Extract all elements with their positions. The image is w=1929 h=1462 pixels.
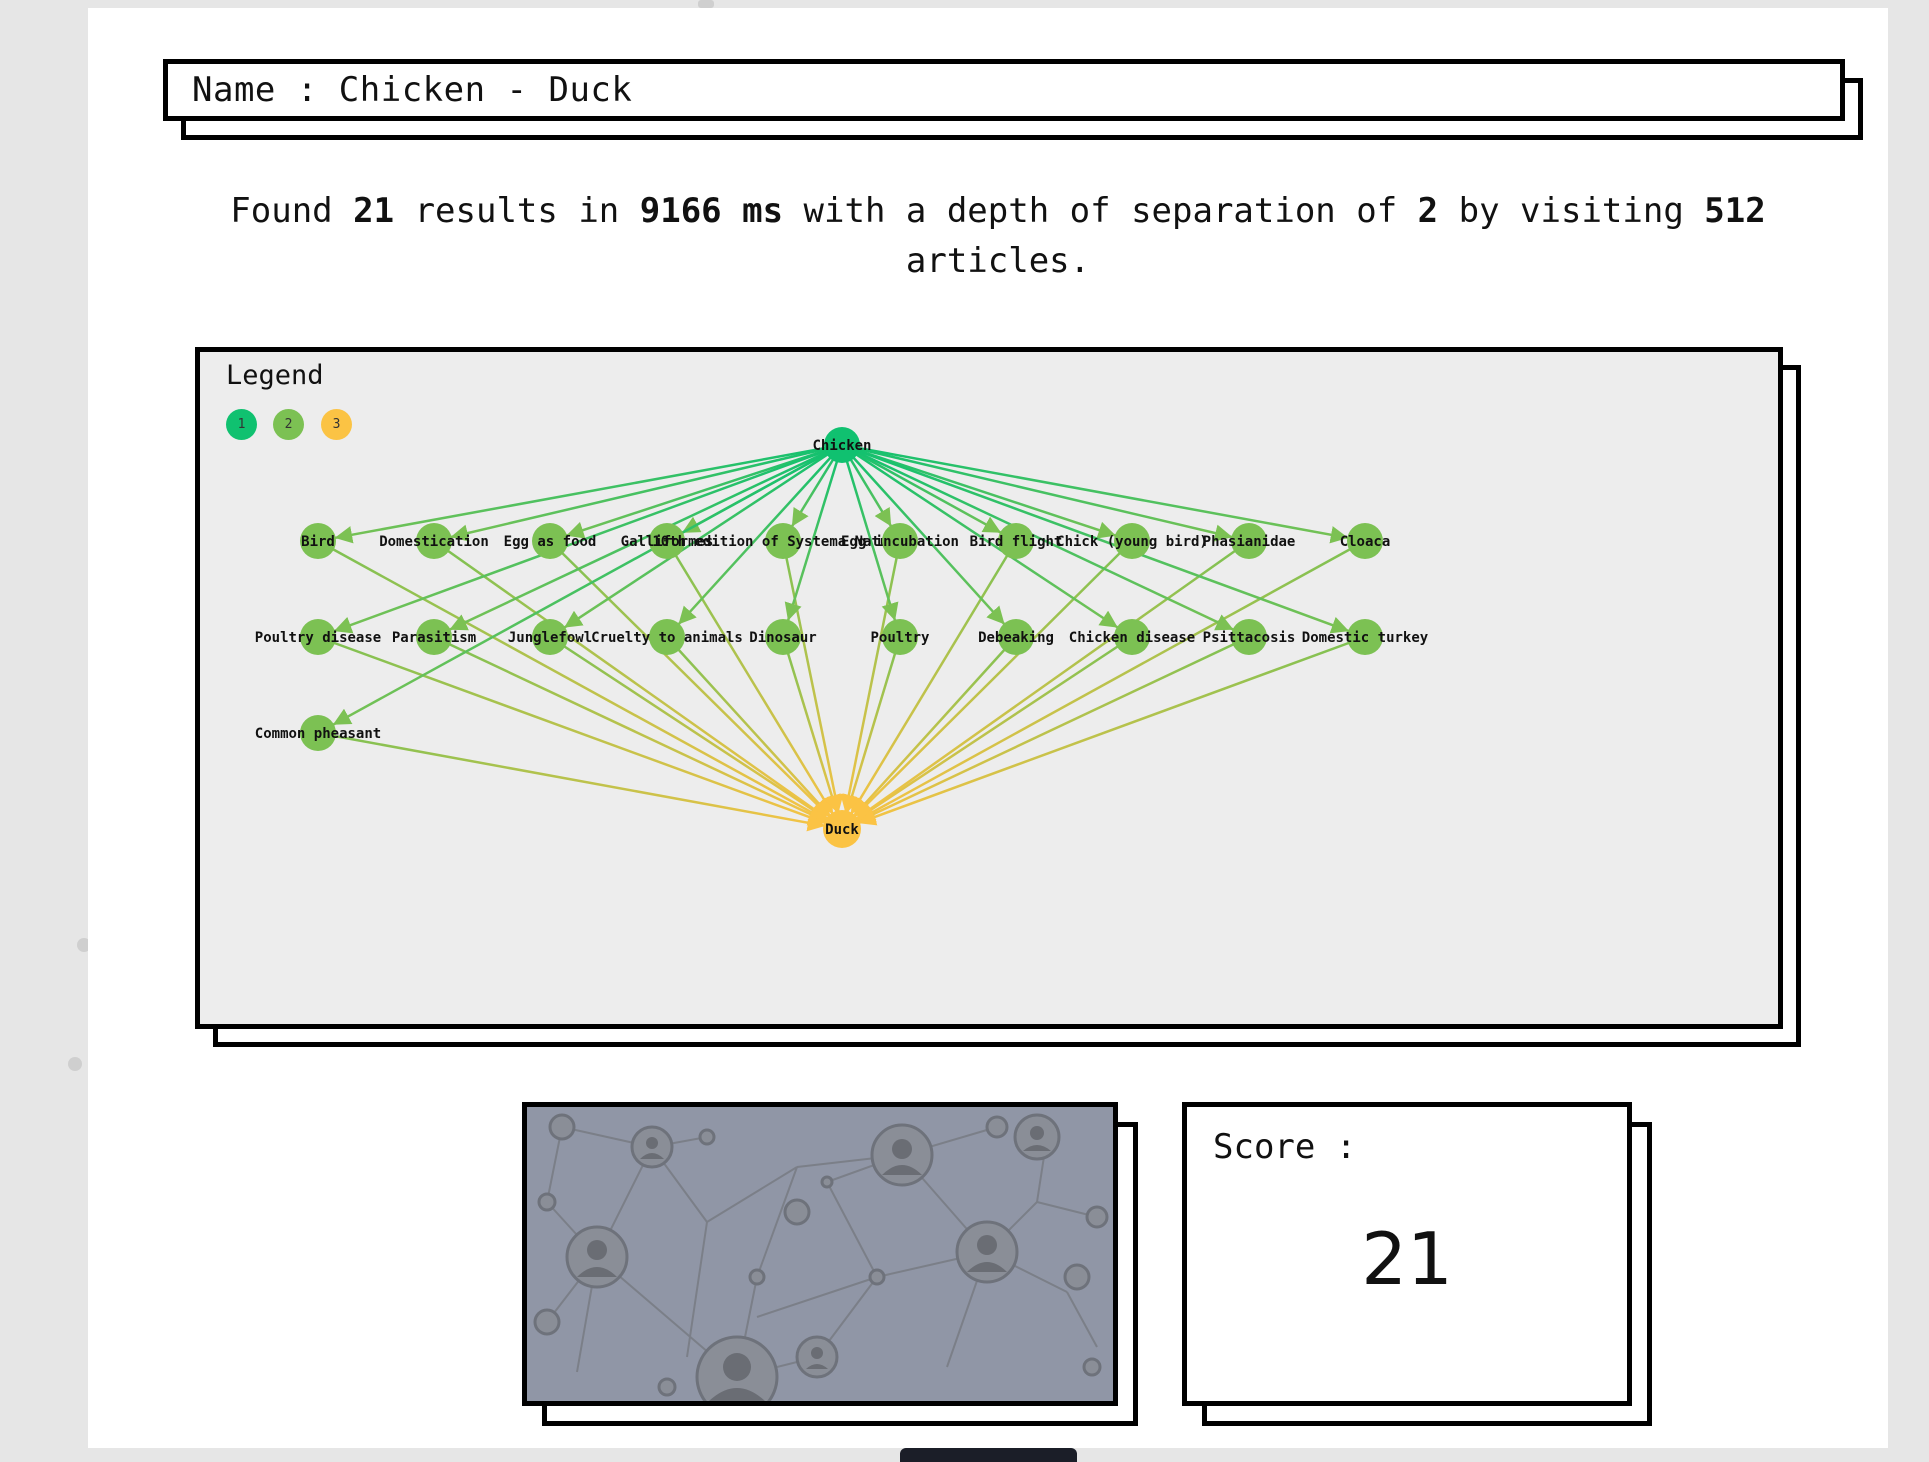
name-box: Name : Chicken - Duck (163, 59, 1845, 121)
graph-node[interactable]: Domestic turkey (1302, 619, 1429, 655)
graph-node[interactable]: Poultry (870, 619, 930, 655)
results-depth-label: with a depth of separation of (803, 191, 1398, 231)
graph-node[interactable]: Debeaking (978, 619, 1054, 655)
graph-node-label: Poultry (870, 630, 930, 646)
background-dot (68, 1057, 82, 1071)
graph-node[interactable]: Junglefowl (508, 619, 592, 655)
graph-edge (856, 635, 1250, 823)
graph-edge (666, 636, 832, 818)
graph-edge (843, 636, 902, 814)
graph-node[interactable]: Chicken disease (1069, 619, 1195, 655)
bottom-handle[interactable] (900, 1448, 1077, 1462)
graph-node-label: Psittacosis (1203, 630, 1296, 646)
graph-network[interactable]: Bird Domestication Egg as food Galliformes1… (200, 352, 1778, 1024)
graph-node-label: Bird (301, 534, 335, 550)
main-page: Name : Chicken - Duck Found 21 results i… (88, 8, 1888, 1448)
graph-edge (549, 635, 829, 821)
graph-node-label: Debeaking (978, 630, 1054, 646)
graph-node-label: Cruelty to animals (591, 630, 743, 646)
graph-node-label: Poultry disease (255, 630, 381, 646)
graph-node[interactable]: Phasianidae (1203, 523, 1296, 559)
graph-node-label: Junglefowl (508, 630, 592, 646)
graph-node-label: Dinosaur (749, 630, 816, 646)
graph-node[interactable]: Domestication (379, 523, 489, 559)
graph-node-label: Cloaca (1340, 534, 1391, 550)
graph-node-label: Chicken disease (1069, 630, 1195, 646)
network-people-image (522, 1102, 1118, 1406)
results-count: 21 (353, 191, 395, 231)
graph-node[interactable]: Egg as food (504, 523, 597, 559)
score-panel: Score : 21 (1182, 1102, 1632, 1406)
graph-node-label: Domestic turkey (1302, 630, 1429, 646)
results-prefix: Found (230, 191, 333, 231)
score-value: 21 (1361, 1217, 1453, 1301)
results-articles-count: 512 (1704, 191, 1766, 231)
graph-node[interactable]: Poultry disease (255, 619, 381, 655)
graph-node[interactable]: Chick (young bird) (1056, 523, 1208, 559)
graph-edge (781, 636, 841, 814)
graph-edge (332, 443, 843, 726)
graph-node-label: Chick (young bird) (1056, 534, 1208, 550)
graph-edge (855, 539, 1250, 821)
graph-edge (853, 540, 1133, 818)
graph-edge (855, 635, 1133, 821)
graph-node-label: Bird flight (970, 534, 1063, 550)
graph-edge (841, 443, 1349, 544)
graph-node-label: Phasianidae (1203, 534, 1296, 550)
graph-edge (840, 540, 902, 813)
graph-edge (433, 635, 828, 823)
graph-edge (857, 635, 1366, 826)
graph-node[interactable]: Dinosaur (749, 619, 817, 655)
graph-edge (856, 539, 1366, 822)
graph-node[interactable]: Psittacosis (1203, 619, 1296, 655)
graph-node-label: Parasitism (392, 630, 476, 646)
graph-node[interactable]: Bird flight (970, 523, 1063, 559)
name-label: Name : Chicken - Duck (192, 70, 633, 110)
background-dot (698, 0, 714, 8)
results-summary: Found 21 results in 9166 ms with a depth… (188, 186, 1808, 286)
network-illustration (533, 1113, 1109, 1401)
graph-edge (852, 636, 1017, 818)
graph-node-label: Domestication (379, 534, 489, 550)
graph-node[interactable]: Cloaca (1340, 523, 1391, 559)
results-depth: 2 (1417, 191, 1439, 231)
graph-node-label: Chicken (812, 438, 871, 454)
graph-panel[interactable]: Legend 1 2 3 Bird Domestication Egg as foo… (195, 347, 1783, 1029)
graph-node-label: Egg incubation (841, 534, 959, 550)
results-in-label: results in (414, 191, 620, 231)
results-suffix: articles. (905, 241, 1091, 281)
graph-edge (317, 731, 826, 832)
graph-node[interactable]: Common pheasant (255, 715, 381, 751)
graph-node[interactable]: Cruelty to animals (591, 619, 743, 655)
graph-edge (317, 635, 827, 826)
graph-edge (334, 443, 843, 544)
results-time: 9166 ms (639, 191, 784, 231)
graph-node[interactable]: Bird (300, 523, 336, 559)
graph-node-target[interactable]: Duck (823, 810, 861, 848)
score-label: Score : (1213, 1127, 1357, 1167)
results-visiting-label: by visiting (1458, 191, 1684, 231)
graph-node-label: Common pheasant (255, 726, 381, 742)
graph-node-label: Egg as food (504, 534, 597, 550)
graph-node-label: Duck (825, 822, 859, 838)
